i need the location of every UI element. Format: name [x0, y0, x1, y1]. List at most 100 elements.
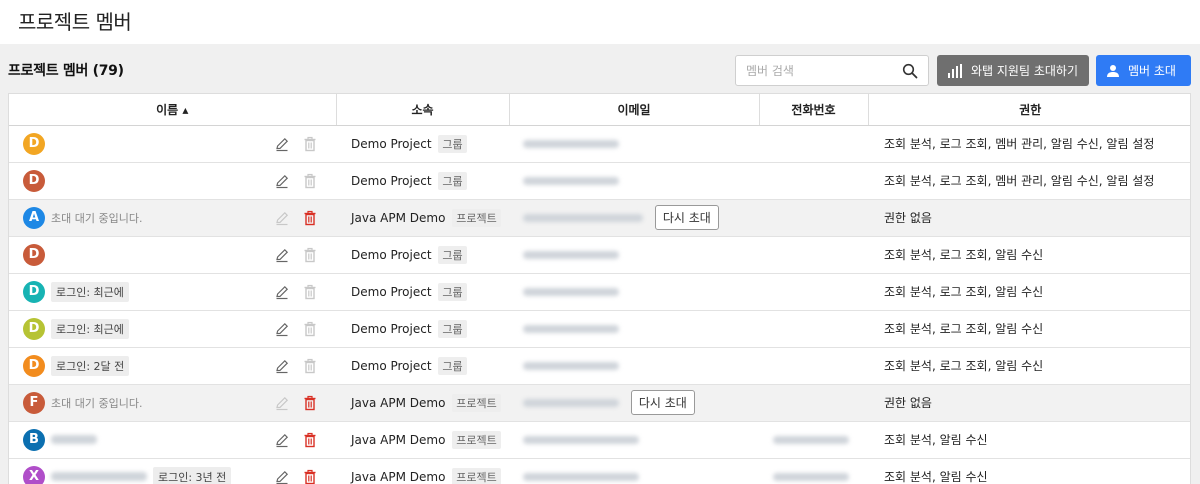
avatar: D — [23, 132, 45, 155]
delete-icon[interactable] — [302, 321, 318, 337]
login-status-badge: 로그인: 최근에 — [51, 281, 129, 302]
phone-cell — [759, 421, 868, 459]
search-input[interactable] — [746, 62, 896, 80]
edit-icon[interactable] — [274, 321, 290, 337]
org-cell: Demo Project 그룹 — [336, 236, 509, 274]
login-status-badge: 로그인: 2달 전 — [51, 355, 130, 376]
row-actions — [274, 210, 318, 226]
delete-icon[interactable] — [302, 469, 318, 484]
permission-cell: 조회 분석, 로그 조회, 멤버 관리, 알림 수신, 알림 설정 — [868, 125, 1190, 163]
phone-cell — [759, 384, 868, 422]
members-table: 이름 ▴ 소속 이메일 전화번호 권한 D Demo Project 그룹 조회… — [8, 93, 1191, 484]
member-name-redacted — [51, 472, 147, 481]
org-cell: Java APM Demo 프로젝트 — [336, 199, 509, 237]
table-row[interactable]: D 로그인: 최근에 Demo Project 그룹 조회 분석, 로그 조회, — [9, 310, 1190, 348]
table-row[interactable]: F 초대 대기 중입니다. Java APM Demo 프로젝트 다시 초대 권… — [9, 384, 1190, 422]
name-cell: A 초대 대기 중입니다. — [9, 199, 336, 237]
delete-icon[interactable] — [302, 358, 318, 374]
reinvite-button[interactable]: 다시 초대 — [630, 390, 695, 415]
org-type-tag: 그룹 — [438, 356, 467, 375]
org-cell: Demo Project 그룹 — [336, 162, 509, 200]
invite-whatap-support-button[interactable]: 와탭 지원팀 초대하기 — [937, 55, 1089, 86]
row-actions — [274, 432, 318, 448]
table-row[interactable]: D Demo Project 그룹 조회 분석, 로그 조회, 알림 수신 — [9, 236, 1190, 274]
section-title: 프로젝트 멤버 (79) — [8, 63, 124, 79]
edit-icon[interactable] — [274, 469, 290, 484]
toolbar: 프로젝트 멤버 (79) 와탭 지원팀 초대하기 — [0, 52, 1200, 88]
permission-cell: 권한 없음 — [868, 199, 1190, 237]
org-name: Java APM Demo — [351, 395, 446, 410]
email-redacted — [523, 398, 619, 407]
phone-cell — [759, 199, 868, 237]
delete-icon[interactable] — [302, 210, 318, 226]
email-cell — [509, 125, 759, 163]
phone-cell — [759, 458, 868, 484]
table-row[interactable]: A 초대 대기 중입니다. Java APM Demo 프로젝트 다시 초대 권… — [9, 199, 1190, 237]
org-name: Java APM Demo — [351, 469, 446, 484]
edit-icon[interactable] — [274, 136, 290, 152]
email-cell — [509, 421, 759, 459]
column-header-phone: 전화번호 — [759, 94, 869, 126]
row-actions — [274, 136, 318, 152]
table-row[interactable]: X 로그인: 3년 전 Java APM Demo 프로젝트 조회 분석, 알림 — [9, 458, 1190, 484]
avatar: A — [23, 206, 45, 229]
email-cell — [509, 273, 759, 311]
org-cell: Java APM Demo 프로젝트 — [336, 384, 509, 422]
content-area: 프로젝트 멤버 (79) 와탭 지원팀 초대하기 — [0, 44, 1200, 484]
delete-icon[interactable] — [302, 395, 318, 411]
permission-cell: 조회 분석, 로그 조회, 알림 수신 — [868, 347, 1190, 385]
table-row[interactable]: D 로그인: 2달 전 Demo Project 그룹 조회 분석, 로그 조회… — [9, 347, 1190, 385]
edit-icon[interactable] — [274, 395, 290, 411]
table-row[interactable]: D 로그인: 최근에 Demo Project 그룹 조회 분석, 로그 조회, — [9, 273, 1190, 311]
phone-redacted — [773, 436, 849, 444]
reinvite-button[interactable]: 다시 초대 — [654, 205, 719, 230]
org-name: Demo Project — [351, 247, 432, 262]
delete-icon[interactable] — [302, 136, 318, 152]
edit-icon[interactable] — [274, 358, 290, 374]
name-cell: X 로그인: 3년 전 — [9, 458, 336, 484]
name-cell: D 로그인: 최근에 — [9, 310, 336, 348]
edit-icon[interactable] — [274, 284, 290, 300]
email-redacted — [523, 362, 619, 370]
table-row[interactable]: B Java APM Demo 프로젝트 조회 분석, 알림 수신 — [9, 421, 1190, 459]
edit-icon[interactable] — [274, 247, 290, 263]
invite-member-button[interactable]: 멤버 초대 — [1096, 55, 1191, 86]
delete-icon[interactable] — [302, 284, 318, 300]
permission-cell: 조회 분석, 로그 조회, 알림 수신 — [868, 236, 1190, 274]
email-redacted — [523, 177, 619, 185]
login-status-badge: 로그인: 최근에 — [51, 318, 129, 339]
org-name: Demo Project — [351, 321, 432, 336]
column-header-name[interactable]: 이름 ▴ — [9, 94, 337, 126]
email-cell — [509, 458, 759, 484]
delete-icon[interactable] — [302, 432, 318, 448]
delete-icon[interactable] — [302, 173, 318, 189]
row-actions — [274, 173, 318, 189]
permission-cell: 조회 분석, 로그 조회, 알림 수신 — [868, 273, 1190, 311]
edit-icon[interactable] — [274, 432, 290, 448]
login-status-badge: 로그인: 3년 전 — [153, 466, 232, 484]
org-type-tag: 프로젝트 — [452, 430, 501, 449]
search-box[interactable] — [735, 55, 929, 86]
edit-icon[interactable] — [274, 210, 290, 226]
phone-cell — [759, 236, 868, 274]
phone-redacted — [773, 473, 849, 481]
delete-icon[interactable] — [302, 247, 318, 263]
column-header-permission: 권한 — [868, 94, 1190, 126]
org-cell: Java APM Demo 프로젝트 — [336, 458, 509, 484]
table-row[interactable]: D Demo Project 그룹 조회 분석, 로그 조회, 멤버 관리, 알 — [9, 162, 1190, 200]
org-type-tag: 프로젝트 — [452, 393, 501, 412]
org-name: Java APM Demo — [351, 210, 446, 225]
name-cell: D 로그인: 최근에 — [9, 273, 336, 311]
search-icon[interactable] — [902, 63, 918, 79]
invite-member-label: 멤버 초대 — [1128, 64, 1176, 78]
table-row[interactable]: D Demo Project 그룹 조회 분석, 로그 조회, 멤버 관리, 알 — [9, 125, 1190, 163]
edit-icon[interactable] — [274, 173, 290, 189]
column-header-org: 소속 — [336, 94, 510, 126]
table-header-row: 이름 ▴ 소속 이메일 전화번호 권한 — [9, 94, 1190, 126]
member-name: 초대 대기 중입니다. — [51, 396, 143, 410]
avatar: D — [23, 280, 45, 303]
phone-cell — [759, 347, 868, 385]
org-type-tag: 프로젝트 — [452, 467, 501, 484]
row-actions — [274, 395, 318, 411]
org-type-tag: 프로젝트 — [452, 208, 501, 227]
